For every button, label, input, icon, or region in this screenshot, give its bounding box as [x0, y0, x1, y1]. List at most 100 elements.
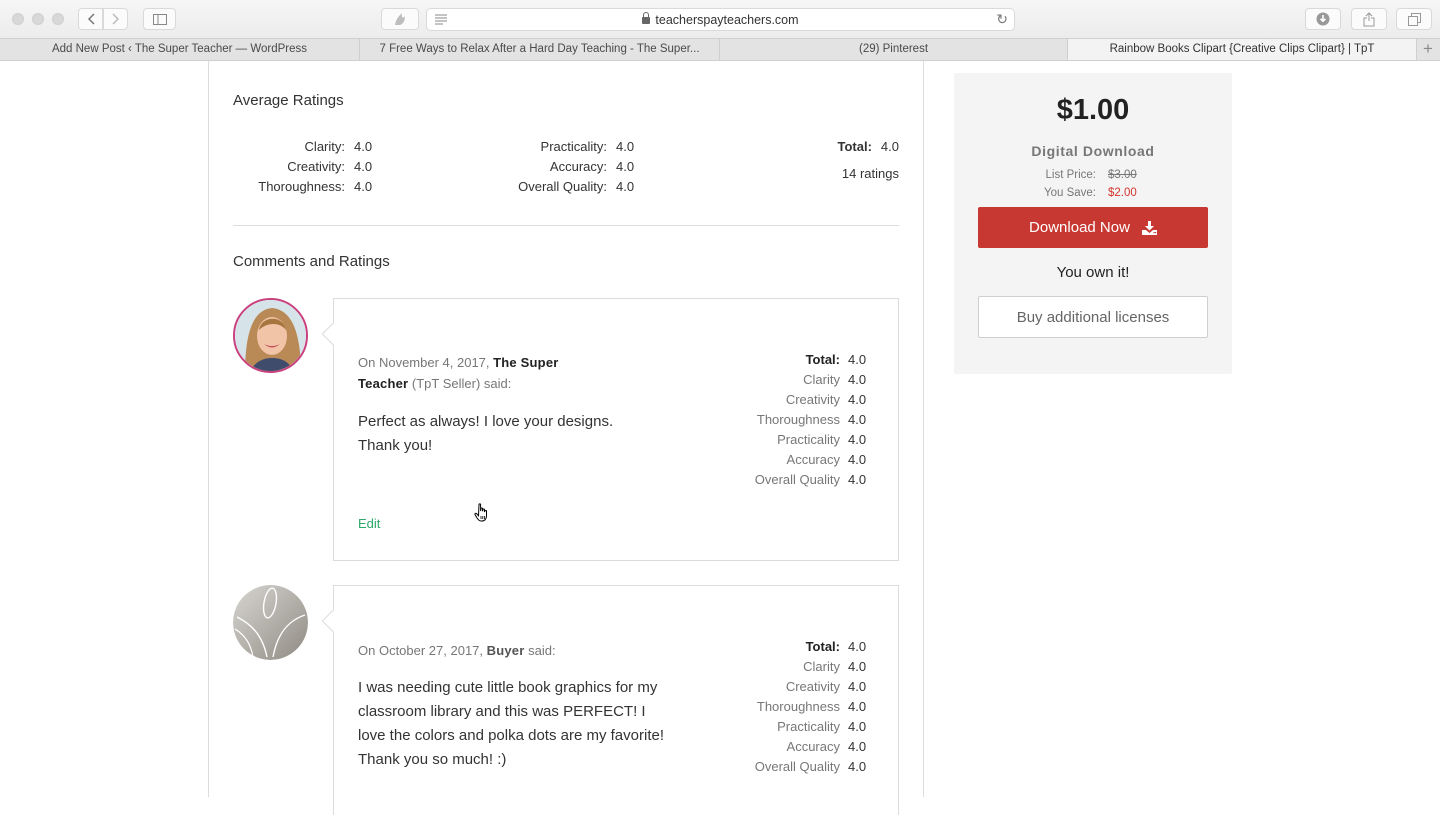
avg-rating-clarity: Clarity: 4.0	[233, 139, 373, 154]
tab-pinterest[interactable]: (29) Pinterest	[720, 39, 1068, 60]
list-price-row: List Price: $3.00	[954, 169, 1232, 181]
review-author: Buyer	[486, 643, 525, 658]
seller-photo	[235, 300, 306, 371]
back-button[interactable]	[78, 8, 103, 30]
rating-label: Overall Quality:	[518, 179, 607, 194]
ratings-count: 14 ratings	[780, 166, 899, 181]
review-ratings: Total: 4.0 Clarity 4.0 Creativity 4.0 Thoro…	[755, 350, 874, 490]
buy-additional-licenses-button[interactable]: Buy additional licenses	[978, 296, 1208, 338]
review-rating-row: Clarity 4.0	[755, 657, 874, 677]
new-tab-button[interactable]: +	[1417, 39, 1439, 60]
close-window-button[interactable]	[12, 13, 24, 25]
reload-icon[interactable]: ↻	[996, 11, 1008, 28]
owned-message: You own it!	[1056, 264, 1130, 281]
section-divider	[233, 225, 899, 226]
review-card: On October 27, 2017, Buyer said: I was n…	[321, 585, 899, 815]
avg-rating-total: Total: 4.0	[780, 139, 900, 154]
url-text: teacherspayteachers.com	[655, 13, 799, 27]
rating-label: Thoroughness	[756, 412, 840, 427]
rating-value: 4.0	[354, 159, 373, 174]
rating-label: Creativity:	[287, 159, 345, 174]
rating-label: Accuracy:	[549, 159, 607, 174]
avg-rating-creativity: Creativity: 4.0	[233, 159, 372, 174]
tab-relax-article[interactable]: 7 Free Ways to Relax After a Hard Day Te…	[360, 39, 720, 60]
sidebar-icon	[152, 13, 167, 25]
review-said: said:	[480, 376, 512, 391]
address-bar[interactable]: teacherspayteachers.com ↻	[426, 8, 1015, 31]
rating-label: Clarity	[803, 659, 840, 674]
rating-value: 4.0	[848, 372, 867, 387]
you-save-value: $2.00	[1108, 187, 1137, 199]
speech-notch	[321, 609, 345, 633]
review-author-role: (TpT Seller)	[408, 376, 481, 391]
rating-value: 4.0	[848, 412, 867, 427]
review-said: said:	[524, 643, 556, 658]
hand-cursor-icon	[474, 503, 487, 522]
rating-value: 4.0	[848, 699, 867, 714]
default-tpt-avatar-icon	[233, 585, 308, 660]
tab-rainbow-books[interactable]: Rainbow Books Clipart {Creative Clips Cl…	[1068, 39, 1417, 60]
rating-value: 4.0	[848, 719, 867, 734]
review-rating-total: Total: 4.0	[755, 350, 874, 370]
page-content: Average Ratings Clarity: 4.0 Creativity:…	[0, 61, 1440, 815]
rating-value: 4.0	[848, 639, 867, 654]
tabs-icon	[1407, 12, 1421, 26]
review-date: On November 4, 2017,	[358, 355, 494, 370]
rating-value: 4.0	[848, 352, 867, 367]
download-now-button[interactable]: Download Now	[978, 207, 1208, 248]
share-icon	[1363, 11, 1375, 26]
rating-label: Practicality	[777, 719, 840, 734]
review-meta: On November 4, 2017, The Super Teacher (…	[358, 352, 598, 394]
edit-review-link[interactable]: Edit	[358, 516, 380, 531]
rating-value: 4.0	[616, 159, 635, 174]
review-rating-row: Overall Quality 4.0	[755, 757, 874, 777]
comments-title: Comments and Ratings	[233, 253, 390, 270]
forward-button[interactable]	[103, 8, 128, 30]
zoom-window-button[interactable]	[52, 13, 64, 25]
review-rating-row: Overall Quality 4.0	[755, 470, 874, 490]
minimize-window-button[interactable]	[32, 13, 44, 25]
tab-bar: Add New Post ‹ The Super Teacher — WordP…	[0, 38, 1440, 61]
rating-value: 4.0	[616, 179, 635, 194]
you-save-row: You Save: $2.00	[954, 187, 1232, 199]
review-ratings: Total: 4.0 Clarity 4.0 Creativity 4.0 Thoro…	[755, 637, 874, 777]
review-rating-row: Creativity 4.0	[755, 677, 874, 697]
avg-rating-overall-quality: Overall Quality: 4.0	[480, 179, 634, 194]
review-card: On November 4, 2017, The Super Teacher (…	[321, 298, 899, 561]
purchase-box: $1.00 Digital Download List Price: $3.00…	[954, 73, 1232, 374]
rating-value: 4.0	[848, 659, 867, 674]
format-label: Digital Download	[1031, 143, 1155, 159]
rating-label: Creativity	[785, 392, 840, 407]
review-date: On October 27, 2017,	[358, 643, 487, 658]
browser-toolbar: teacherspayteachers.com ↻	[0, 0, 1440, 38]
share-button[interactable]	[1351, 8, 1387, 30]
rating-label: Overall Quality	[754, 759, 840, 774]
chevron-right-icon	[111, 13, 119, 25]
review-rating-row: Accuracy 4.0	[755, 450, 874, 470]
download-now-label: Download Now	[1029, 219, 1130, 236]
review-text: I was needing cute little book graphics …	[358, 679, 664, 768]
avatar-seller[interactable]	[233, 298, 308, 373]
review-rating-row: Creativity 4.0	[755, 390, 874, 410]
rating-label: Thoroughness:	[258, 179, 345, 194]
rating-label: Accuracy	[786, 452, 840, 467]
tabs-overview-button[interactable]	[1396, 8, 1432, 30]
extension-button[interactable]	[381, 8, 419, 30]
price: $1.00	[1056, 94, 1130, 126]
avg-rating-practicality: Practicality: 4.0	[480, 139, 635, 154]
downloads-button[interactable]	[1305, 8, 1341, 30]
rating-value: 4.0	[354, 179, 373, 194]
rating-value: 4.0	[848, 392, 867, 407]
rating-label: Clarity	[803, 372, 840, 387]
rating-label: Practicality	[777, 432, 840, 447]
review-rating-row: Practicality 4.0	[755, 717, 874, 737]
rating-value: 4.0	[354, 139, 373, 154]
rating-label: Accuracy	[786, 739, 840, 754]
review-text: Perfect as always! I love your designs. …	[358, 413, 614, 454]
tab-wordpress[interactable]: Add New Post ‹ The Super Teacher — WordP…	[0, 39, 360, 60]
average-ratings-title: Average Ratings	[233, 92, 344, 109]
avatar-buyer[interactable]	[233, 585, 308, 660]
sidebar-toggle-button[interactable]	[143, 8, 176, 30]
avg-rating-thoroughness: Thoroughness: 4.0	[233, 179, 372, 194]
rating-value: 4.0	[848, 679, 867, 694]
